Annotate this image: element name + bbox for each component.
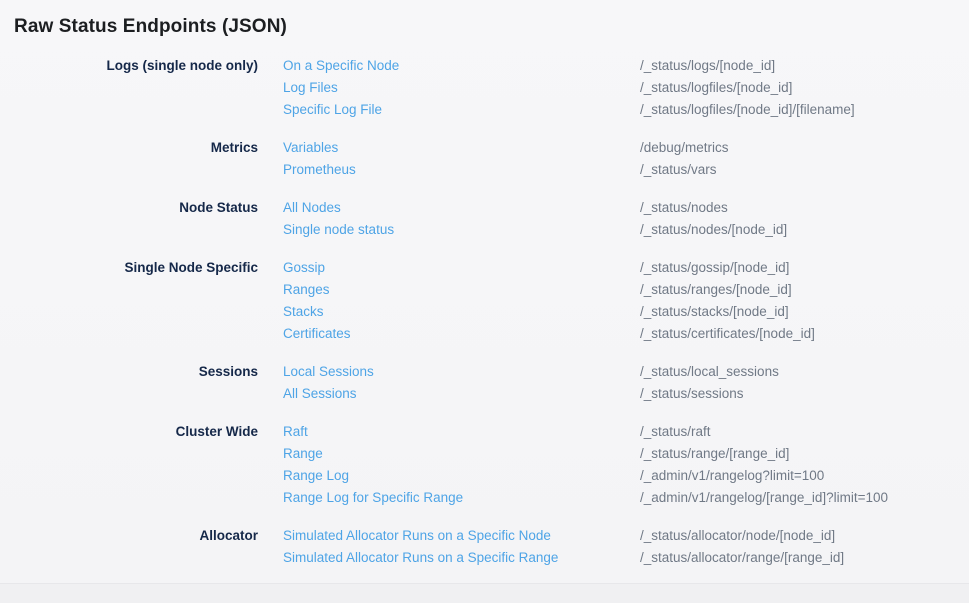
- endpoint-section: Metrics VariablesPrometheus /debug/metri…: [14, 137, 955, 181]
- endpoint-path: /_status/gossip/[node_id]: [640, 257, 955, 279]
- endpoint-section: Sessions Local SessionsAll Sessions /_st…: [14, 361, 955, 405]
- endpoint-path: /_admin/v1/rangelog/[range_id]?limit=100: [640, 487, 955, 509]
- endpoint-link[interactable]: Specific Log File: [283, 99, 640, 121]
- endpoint-path: /_status/sessions: [640, 383, 955, 405]
- endpoint-link[interactable]: Range Log for Specific Range: [283, 487, 640, 509]
- links-column: All NodesSingle node status: [258, 197, 640, 241]
- links-column: On a Specific NodeLog FilesSpecific Log …: [258, 55, 640, 121]
- endpoint-link[interactable]: Local Sessions: [283, 361, 640, 383]
- endpoint-path: /_status/logfiles/[node_id]: [640, 77, 955, 99]
- endpoint-link[interactable]: Gossip: [283, 257, 640, 279]
- category-column: Sessions: [14, 361, 258, 405]
- endpoint-path: /_status/logs/[node_id]: [640, 55, 955, 77]
- links-column: VariablesPrometheus: [258, 137, 640, 181]
- paths-column: /_status/allocator/node/[node_id]/_statu…: [640, 525, 955, 569]
- category-column: Logs (single node only): [14, 55, 258, 121]
- endpoint-path: /_status/certificates/[node_id]: [640, 323, 955, 345]
- endpoint-path: /debug/metrics: [640, 137, 955, 159]
- endpoint-link[interactable]: On a Specific Node: [283, 55, 640, 77]
- paths-column: /_status/gossip/[node_id]/_status/ranges…: [640, 257, 955, 345]
- paths-column: /_status/logs/[node_id]/_status/logfiles…: [640, 55, 955, 121]
- endpoint-link[interactable]: Single node status: [283, 219, 640, 241]
- paths-column: /debug/metrics/_status/vars: [640, 137, 955, 181]
- endpoint-path: /_status/vars: [640, 159, 955, 181]
- links-column: GossipRangesStacksCertificates: [258, 257, 640, 345]
- endpoint-path: /_status/range/[range_id]: [640, 443, 955, 465]
- endpoint-path: /_status/logfiles/[node_id]/[filename]: [640, 99, 955, 121]
- category-label: Allocator: [14, 525, 258, 547]
- category-column: Single Node Specific: [14, 257, 258, 345]
- paths-column: /_status/local_sessions/_status/sessions: [640, 361, 955, 405]
- endpoint-section: Cluster Wide RaftRangeRange LogRange Log…: [14, 421, 955, 509]
- endpoint-link[interactable]: Prometheus: [283, 159, 640, 181]
- endpoint-section: Node Status All NodesSingle node status …: [14, 197, 955, 241]
- endpoint-link[interactable]: Simulated Allocator Runs on a Specific N…: [283, 525, 640, 547]
- paths-column: /_status/raft/_status/range/[range_id]/_…: [640, 421, 955, 509]
- category-column: Cluster Wide: [14, 421, 258, 509]
- category-column: Node Status: [14, 197, 258, 241]
- endpoint-link[interactable]: All Nodes: [283, 197, 640, 219]
- endpoint-link[interactable]: All Sessions: [283, 383, 640, 405]
- page-title: Raw Status Endpoints (JSON): [14, 13, 955, 41]
- endpoint-link[interactable]: Range Log: [283, 465, 640, 487]
- endpoint-link[interactable]: Raft: [283, 421, 640, 443]
- endpoint-path: /_status/local_sessions: [640, 361, 955, 383]
- endpoint-path: /_status/allocator/node/[node_id]: [640, 525, 955, 547]
- endpoint-link[interactable]: Log Files: [283, 77, 640, 99]
- endpoint-path: /_status/ranges/[node_id]: [640, 279, 955, 301]
- endpoint-path: /_status/nodes/[node_id]: [640, 219, 955, 241]
- paths-column: /_status/nodes/_status/nodes/[node_id]: [640, 197, 955, 241]
- category-column: Metrics: [14, 137, 258, 181]
- category-label: Single Node Specific: [14, 257, 258, 279]
- endpoint-path: /_status/allocator/range/[range_id]: [640, 547, 955, 569]
- links-column: Local SessionsAll Sessions: [258, 361, 640, 405]
- endpoint-link[interactable]: Range: [283, 443, 640, 465]
- endpoint-section: Allocator Simulated Allocator Runs on a …: [14, 525, 955, 569]
- category-label: Sessions: [14, 361, 258, 383]
- endpoint-link[interactable]: Certificates: [283, 323, 640, 345]
- category-label: Logs (single node only): [14, 55, 258, 77]
- endpoint-path: /_status/raft: [640, 421, 955, 443]
- links-column: RaftRangeRange LogRange Log for Specific…: [258, 421, 640, 509]
- category-label: Metrics: [14, 137, 258, 159]
- endpoint-section: Single Node Specific GossipRangesStacksC…: [14, 257, 955, 345]
- debug-endpoints-page: Raw Status Endpoints (JSON) Logs (single…: [0, 0, 969, 569]
- endpoint-section: Logs (single node only) On a Specific No…: [14, 55, 955, 121]
- endpoint-link[interactable]: Simulated Allocator Runs on a Specific R…: [283, 547, 640, 569]
- endpoint-link[interactable]: Stacks: [283, 301, 640, 323]
- endpoint-link[interactable]: Variables: [283, 137, 640, 159]
- endpoint-path: /_admin/v1/rangelog?limit=100: [640, 465, 955, 487]
- endpoint-path: /_status/nodes: [640, 197, 955, 219]
- links-column: Simulated Allocator Runs on a Specific N…: [258, 525, 640, 569]
- category-column: Allocator: [14, 525, 258, 569]
- endpoint-link[interactable]: Ranges: [283, 279, 640, 301]
- category-label: Cluster Wide: [14, 421, 258, 443]
- bottom-strip: [0, 583, 969, 603]
- endpoint-path: /_status/stacks/[node_id]: [640, 301, 955, 323]
- category-label: Node Status: [14, 197, 258, 219]
- endpoint-sections: Logs (single node only) On a Specific No…: [14, 55, 955, 569]
